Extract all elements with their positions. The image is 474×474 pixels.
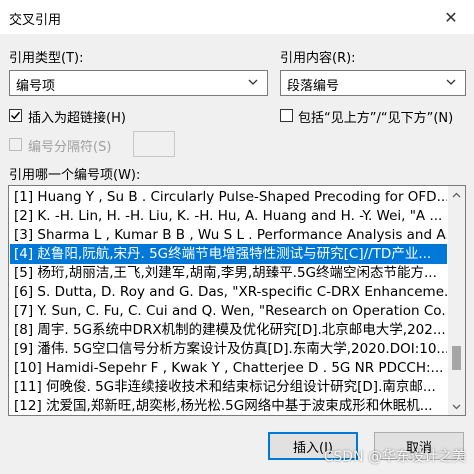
separator-input[interactable]: [133, 131, 175, 157]
scroll-up-button[interactable]: [448, 186, 465, 203]
chevron-down-icon: [248, 79, 258, 85]
insert-reference-dropdown[interactable]: 段落编号: [280, 70, 466, 96]
reference-type-dropdown[interactable]: 编号项: [9, 70, 268, 96]
scroll-down-button[interactable]: [448, 398, 465, 415]
list-item[interactable]: [12] 沈爱国,郑新旺,胡奕彬,杨光松.5G网络中基于波束成形和休眠机...: [10, 396, 447, 415]
separator-label: 编号分隔符(S): [28, 140, 112, 155]
insert-reference-value: 段落编号: [287, 79, 340, 94]
close-button[interactable]: ✕: [428, 0, 474, 34]
scrollbar-thumb[interactable]: [452, 346, 461, 370]
title-bar[interactable]: 交叉引用 ✕: [0, 0, 474, 34]
numbered-items-label: 引用哪一个编号项(W):: [9, 168, 141, 183]
list-item[interactable]: [9] 潘伟. 5G空口信号分析方案设计及仿真[D].东南大学,2020.DOI…: [10, 339, 447, 359]
chevron-down-icon: [446, 79, 456, 85]
dialog-title: 交叉引用: [9, 13, 62, 28]
insert-reference-label: 引用内容(R):: [280, 51, 356, 66]
chevron-up-icon: [452, 192, 461, 197]
chevron-down-icon: [452, 404, 461, 409]
list-item[interactable]: [10] Hamidi-Sepehr F , Kwak Y , Chatterj…: [10, 358, 447, 378]
list-item[interactable]: [8] 周宇. 5G系统中DRX机制的建模及优化研究[D].北京邮电大学,202…: [10, 320, 447, 340]
above-below-label[interactable]: 包括“见上方”/“见下方”(N): [298, 107, 453, 126]
list-item[interactable]: [11] 何晚俊. 5G非连续接收技术和结束标记分组设计研究[D].南京邮...: [10, 377, 447, 397]
hyperlink-label[interactable]: 插入为超链接(H): [28, 107, 126, 126]
separator-checkbox[interactable]: [9, 138, 22, 151]
hyperlink-checkbox[interactable]: [9, 109, 22, 122]
checkmark-icon: [10, 111, 21, 120]
list-item[interactable]: [6] S. Dutta, D. Roy and G. Das, "XR-spe…: [10, 282, 447, 302]
reference-type-label: 引用类型(T):: [9, 51, 84, 66]
list-item[interactable]: [7] Y. Sun, C. Fu, C. Cui and Q. Wen, "R…: [10, 301, 447, 321]
reference-type-value: 编号项: [16, 79, 56, 94]
list-item[interactable]: [5] 杨珩,胡丽洁,王飞,刘建军,胡南,李男,胡臻平.5G终端空闲态节能方..…: [10, 263, 447, 283]
close-icon: ✕: [444, 7, 458, 27]
list-item[interactable]: [1] Huang Y , Su B . Circularly Pulse-Sh…: [10, 187, 447, 207]
csdn-watermark: CSDN @华东设计之美: [323, 449, 466, 465]
vertical-scrollbar[interactable]: [448, 186, 465, 415]
above-below-checkbox[interactable]: [280, 109, 293, 122]
list-item[interactable]: [3] Sharma L , Kumar B B , Wu S L . Perf…: [10, 225, 447, 245]
list-item-selected[interactable]: [4] 赵鲁阳,阮航,宋丹. 5G终端节电增强特性测试与研究[C]//TD产业.…: [10, 244, 447, 264]
numbered-items-list[interactable]: [1] Huang Y , Su B . Circularly Pulse-Sh…: [8, 185, 466, 416]
list-item[interactable]: [2] K. -H. Lin, H. -H. Liu, K. -H. Hu, A…: [10, 206, 447, 226]
